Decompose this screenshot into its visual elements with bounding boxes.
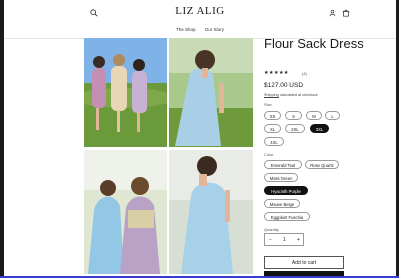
quantity-decrease-button[interactable]: − [269,237,272,243]
size-label: Size [264,102,272,107]
site-header: LIZ ALIG The Shop Our Story [4,0,396,39]
shipping-note-text: calculated at checkout. [278,93,319,97]
quantity-increase-button[interactable]: + [297,237,300,243]
window-frame-left [0,0,4,278]
size-option-s[interactable]: S [285,111,302,120]
size-option-2xl[interactable]: 2XL [285,124,305,133]
account-icon[interactable] [329,9,336,17]
nav-link-the-shop[interactable]: The Shop [176,27,196,32]
color-option-eggplant-fuschia[interactable]: Eggplant Fuschia [264,212,310,221]
size-option-l[interactable]: L [325,111,340,120]
size-option-m[interactable]: M [306,111,322,120]
review-count[interactable]: (4) [302,71,307,76]
cart-icon[interactable] [342,9,350,17]
quantity-stepper: − 1 + [264,233,304,246]
shipping-note: Shipping calculated at checkout. [264,93,318,97]
size-option-3xl[interactable]: 3XL [310,124,329,133]
quantity-value[interactable]: 1 [283,237,286,243]
color-option-hyacinth-purple[interactable]: Hyacinth Purple [264,186,308,195]
quantity-label: Quantity [264,227,279,232]
product-photo-group-field[interactable] [84,38,167,147]
main-nav: The Shop Our Story [4,27,396,32]
product-photo-back-view[interactable] [169,38,253,147]
color-option-mauve-beige[interactable]: Mauve Beige [264,199,300,208]
color-option-moss-green[interactable]: Moss Green [264,173,298,182]
add-to-cart-button[interactable]: Add to cart [264,256,344,269]
store-logo[interactable]: LIZ ALIG [4,5,396,17]
shipping-link[interactable]: Shipping [264,93,279,97]
nav-link-our-story[interactable]: Our Story [205,27,224,32]
size-option-xl[interactable]: XL [264,124,281,133]
color-option-emerald-teal[interactable]: Emerald Teal [264,160,302,169]
color-option-rose-quartz[interactable]: Rose Quartz [305,160,339,169]
size-option-4xl[interactable]: 4XL [264,137,284,146]
color-label: Color [264,152,274,157]
size-option-xs[interactable]: XS [264,111,281,120]
product-price: $127.00 USD [264,82,304,89]
product-photo-side-view[interactable] [169,150,253,274]
buy-now-button[interactable] [264,271,344,276]
product-photo-pair[interactable] [84,150,167,274]
rating-stars[interactable]: ★★★★★ [264,70,289,76]
product-title: Flour Sack Dress [264,36,364,51]
